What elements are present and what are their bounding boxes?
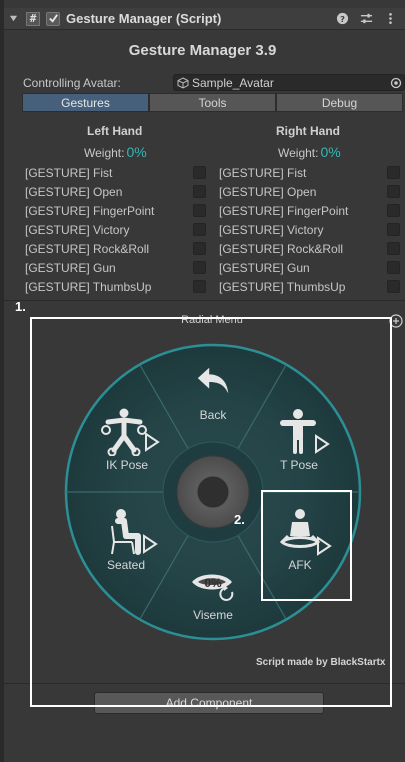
controlling-avatar-value: Sample_Avatar	[192, 75, 274, 90]
list-item[interactable]: [GESTURE] FingerPoint	[219, 201, 403, 220]
component-header[interactable]: # Gesture Manager (Script) ?	[4, 8, 405, 30]
controlling-avatar-label: Controlling Avatar:	[23, 75, 121, 90]
annotation-label-2: 2.	[234, 512, 245, 527]
list-item[interactable]: [GESTURE] Fist	[25, 163, 210, 182]
list-item[interactable]: [GESTURE] Victory	[25, 220, 210, 239]
annotation-box-2	[261, 490, 352, 601]
tab-bar: Gestures Tools Debug	[22, 93, 403, 112]
gesture-checkbox[interactable]	[193, 223, 206, 236]
section-divider	[4, 300, 405, 301]
gesture-checkbox[interactable]	[387, 223, 400, 236]
controlling-avatar-field[interactable]: Sample_Avatar	[173, 74, 405, 91]
list-item[interactable]: [GESTURE] FingerPoint	[25, 201, 210, 220]
gesture-checkbox[interactable]	[387, 166, 400, 179]
script-icon: #	[26, 11, 40, 26]
gesture-checkbox[interactable]	[387, 185, 400, 198]
controlling-avatar-row: Controlling Avatar: Sample_Avatar	[23, 74, 405, 91]
preset-sliders-icon[interactable]	[359, 11, 373, 25]
annotation-label-1: 1.	[15, 299, 26, 314]
right-hand-weight: Weight: 0%	[278, 144, 341, 160]
object-picker-icon[interactable]	[389, 76, 402, 89]
list-item[interactable]: [GESTURE] Open	[219, 182, 403, 201]
list-item[interactable]: [GESTURE] Fist	[219, 163, 403, 182]
gesture-checkbox[interactable]	[193, 204, 206, 217]
gesture-checkbox[interactable]	[193, 185, 206, 198]
help-icon[interactable]: ?	[335, 11, 349, 25]
gesture-checkbox[interactable]	[193, 261, 206, 274]
right-hand-weight-value: 0%	[320, 144, 341, 160]
page-title: Gesture Manager 3.9	[128, 42, 277, 59]
gesture-checkbox[interactable]	[193, 280, 206, 293]
component-enabled-checkbox[interactable]	[46, 11, 60, 26]
list-item[interactable]: [GESTURE] Gun	[25, 258, 210, 277]
list-item[interactable]: [GESTURE] Rock&Roll	[25, 239, 210, 258]
tab-debug[interactable]: Debug	[276, 93, 403, 112]
kebab-menu-icon[interactable]	[383, 11, 397, 25]
left-hand-gesture-list: [GESTURE] Fist [GESTURE] Open [GESTURE] …	[25, 163, 210, 296]
right-hand-title: Right Hand	[276, 124, 340, 138]
gesture-checkbox[interactable]	[387, 261, 400, 274]
foldout-arrow-icon[interactable]	[8, 14, 18, 24]
list-item[interactable]: [GESTURE] Rock&Roll	[219, 239, 403, 258]
tab-gestures[interactable]: Gestures	[22, 93, 149, 112]
gesture-checkbox[interactable]	[387, 204, 400, 217]
gesture-checkbox[interactable]	[387, 242, 400, 255]
svg-text:?: ?	[340, 13, 345, 23]
gesture-checkbox[interactable]	[193, 166, 206, 179]
list-item[interactable]: [GESTURE] ThumbsUp	[25, 277, 210, 296]
gesture-checkbox[interactable]	[193, 242, 206, 255]
list-item[interactable]: [GESTURE] Victory	[219, 220, 403, 239]
gesture-checkbox[interactable]	[387, 280, 400, 293]
list-item[interactable]: [GESTURE] Gun	[219, 258, 403, 277]
list-item[interactable]: [GESTURE] Open	[25, 182, 210, 201]
component-title: Gesture Manager (Script)	[66, 11, 222, 26]
left-hand-weight-value: 0%	[126, 144, 147, 160]
gameobject-icon	[177, 76, 189, 89]
list-item[interactable]: [GESTURE] ThumbsUp	[219, 277, 403, 296]
right-hand-gesture-list: [GESTURE] Fist [GESTURE] Open [GESTURE] …	[219, 163, 403, 296]
tab-tools[interactable]: Tools	[149, 93, 276, 112]
left-panel-strip	[0, 0, 4, 762]
left-hand-weight: Weight: 0%	[84, 144, 147, 160]
left-hand-title: Left Hand	[87, 124, 143, 138]
